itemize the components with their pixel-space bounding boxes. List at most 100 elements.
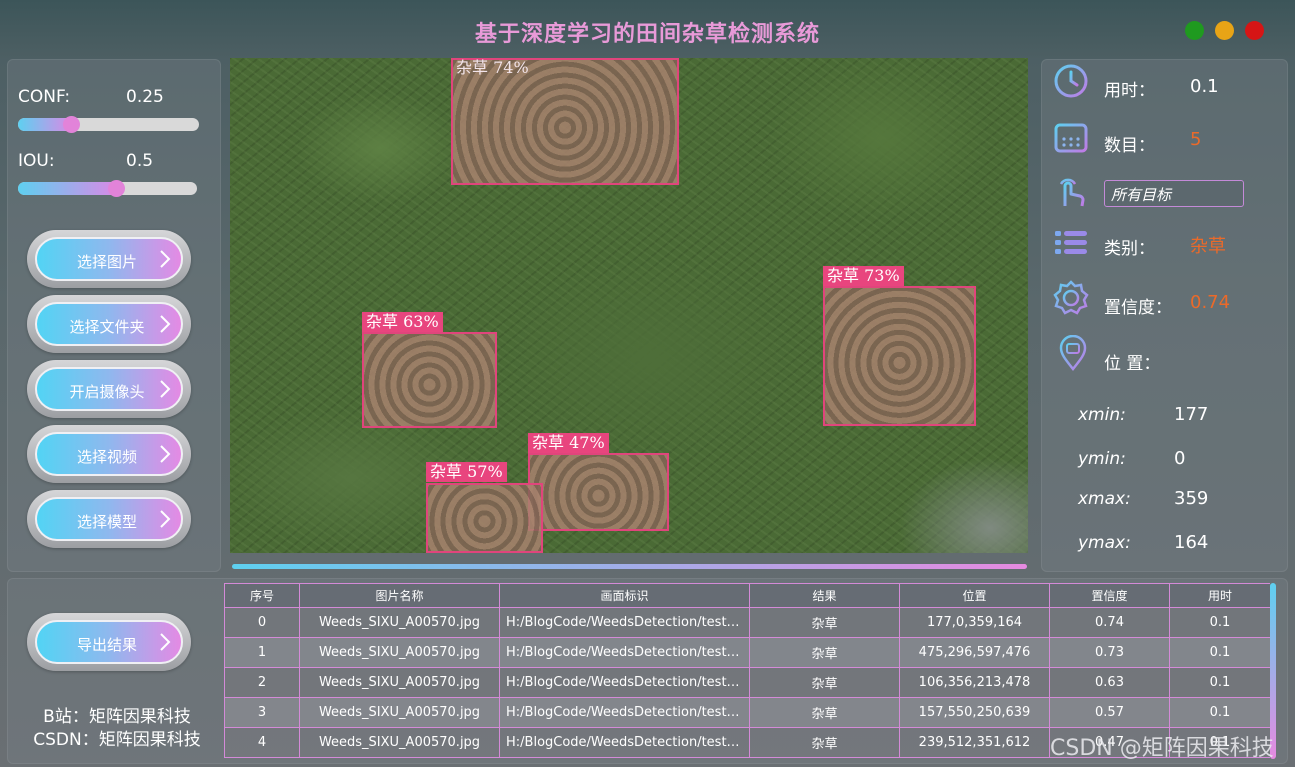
xmin-label: xmin: [1078, 405, 1126, 425]
table-cell: H:/BlogCode/WeedsDetection/test_... [499, 607, 750, 638]
table-cell: 杂草 [749, 667, 900, 698]
maximize-button[interactable] [1185, 21, 1204, 40]
table-row[interactable]: 3 Weeds_SIXU_A00570.jpg H:/BlogCode/Weed… [224, 697, 1270, 728]
detection-box [823, 286, 976, 426]
table-cell: 177,0,359,164 [899, 607, 1050, 638]
chevron-right-icon [160, 315, 171, 333]
table-cell: 157,550,250,639 [899, 697, 1050, 728]
chevron-right-icon [160, 445, 171, 463]
column-header[interactable]: 画面标识 [499, 583, 750, 608]
table-cell: 0.1 [1169, 637, 1270, 668]
confidence-label: 置信度： [1104, 298, 1172, 318]
column-header[interactable]: 位置 [899, 583, 1050, 608]
select-image-button-face: 选择图片 [35, 237, 183, 281]
select-model-button-face: 选择模型 [35, 497, 183, 541]
pointer-hand-icon [1059, 178, 1085, 207]
xmax-value: 359 [1174, 488, 1209, 509]
detection-label: 杂草 63% [362, 312, 443, 332]
export-button[interactable]: 导出结果 [27, 613, 191, 671]
select-image-button[interactable]: 选择图片 [27, 230, 191, 288]
xmin-value: 177 [1174, 404, 1209, 425]
select-video-button-face: 选择视频 [35, 432, 183, 476]
ymin-label: ymin: [1078, 449, 1126, 469]
ymin-value: 0 [1174, 448, 1186, 469]
column-header[interactable]: 序号 [224, 583, 300, 608]
table-cell: 2 [224, 667, 300, 698]
chevron-right-icon [160, 250, 171, 268]
column-header[interactable]: 用时 [1169, 583, 1270, 608]
iou-slider[interactable] [18, 180, 197, 197]
table-cell: 杂草 [749, 637, 900, 668]
confidence-value: 0.74 [1190, 292, 1231, 313]
position-label: 位 置： [1104, 354, 1161, 374]
conf-slider[interactable] [18, 116, 199, 133]
table-cell: 475,296,597,476 [899, 637, 1050, 668]
detection-label: 杂草 74% [456, 58, 529, 77]
conf-slider-thumb[interactable] [63, 116, 80, 133]
table-cell: 杂草 [749, 607, 900, 638]
table-row[interactable]: 1 Weeds_SIXU_A00570.jpg H:/BlogCode/Weed… [224, 637, 1270, 668]
select-folder-button[interactable]: 选择文件夹 [27, 295, 191, 353]
table-header-row: 序号 图片名称 画面标识 结果 位置 置信度 用时 [224, 583, 1270, 608]
table-cell: Weeds_SIXU_A00570.jpg [299, 637, 500, 668]
badge-icon [1053, 280, 1089, 315]
class-label: 类别： [1104, 239, 1155, 259]
select-image-button-label: 选择图片 [76, 253, 137, 271]
detection-label: 杂草 57% [426, 462, 507, 482]
table-cell: H:/BlogCode/WeedsDetection/test_... [499, 697, 750, 728]
detection-label: 杂草 47% [528, 433, 609, 453]
select-model-button-label: 选择模型 [76, 513, 137, 531]
progress-bar [232, 564, 1027, 569]
chevron-right-icon [160, 633, 171, 651]
table-cell: 0.1 [1169, 667, 1270, 698]
bilibili-credit: B站：矩阵因果科技 [43, 707, 191, 727]
class-value: 杂草 [1190, 236, 1226, 257]
chevron-right-icon [160, 380, 171, 398]
table-cell: 0 [224, 607, 300, 638]
table-cell: 杂草 [749, 727, 900, 758]
table-cell: 3 [224, 697, 300, 728]
column-header[interactable]: 置信度 [1049, 583, 1170, 608]
minimize-button[interactable] [1215, 21, 1234, 40]
watermark: CSDN @矩阵因果科技 [1050, 736, 1274, 761]
select-video-button-label: 选择视频 [76, 448, 137, 466]
table-row[interactable]: 0 Weeds_SIXU_A00570.jpg H:/BlogCode/Weed… [224, 607, 1270, 638]
open-camera-button-label: 开启摄像头 [69, 383, 145, 401]
detection-image: 杂草 74% 杂草 73% 杂草 63% 杂草 47% 杂草 57% [230, 58, 1028, 553]
detection-box [528, 453, 669, 531]
iou-slider-thumb[interactable] [108, 180, 125, 197]
target-select[interactable]: 所有目标 [1104, 180, 1244, 207]
csdn-credit: CSDN：矩阵因果科技 [33, 730, 201, 750]
xmax-label: xmax: [1078, 489, 1131, 509]
ymax-value: 164 [1174, 532, 1209, 553]
table-cell: H:/BlogCode/WeedsDetection/test_... [499, 637, 750, 668]
iou-label: IOU: [18, 151, 55, 171]
close-button[interactable] [1245, 21, 1264, 40]
open-camera-button[interactable]: 开启摄像头 [27, 360, 191, 418]
count-label: 数目： [1104, 136, 1155, 156]
table-row[interactable]: 2 Weeds_SIXU_A00570.jpg H:/BlogCode/Weed… [224, 667, 1270, 698]
time-value: 0.1 [1190, 76, 1219, 97]
table-cell: H:/BlogCode/WeedsDetection/test_... [499, 727, 750, 758]
iou-slider-fill [18, 182, 116, 195]
table-cell: 0.74 [1049, 607, 1170, 638]
location-pin-icon [1059, 335, 1087, 371]
list-icon [1055, 231, 1087, 254]
iou-value: 0.5 [126, 151, 154, 171]
select-video-button[interactable]: 选择视频 [27, 425, 191, 483]
select-model-button[interactable]: 选择模型 [27, 490, 191, 548]
column-header[interactable]: 结果 [749, 583, 900, 608]
conf-value: 0.25 [126, 87, 164, 107]
table-cell: H:/BlogCode/WeedsDetection/test_... [499, 667, 750, 698]
detection-box [426, 483, 543, 553]
detection-box [362, 332, 497, 428]
table-cell: 杂草 [749, 697, 900, 728]
table-cell: 0.1 [1169, 607, 1270, 638]
count-value: 5 [1190, 129, 1202, 150]
table-cell: 0.1 [1169, 697, 1270, 728]
table-cell: 0.63 [1049, 667, 1170, 698]
column-header[interactable]: 图片名称 [299, 583, 500, 608]
table-cell: 4 [224, 727, 300, 758]
app-title: 基于深度学习的田间杂草检测系统 [474, 22, 820, 47]
ymax-label: ymax: [1078, 533, 1131, 553]
